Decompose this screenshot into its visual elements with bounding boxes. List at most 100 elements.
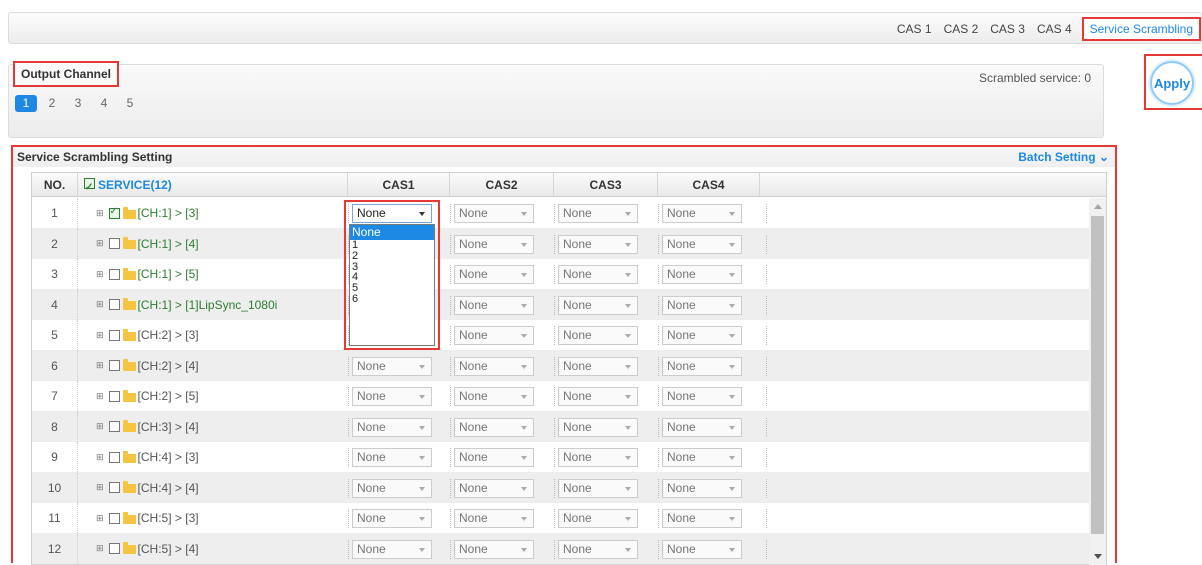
cas2-select[interactable]: None bbox=[454, 448, 534, 467]
cas4-select[interactable]: None bbox=[662, 234, 742, 254]
cas4-select[interactable]: None bbox=[662, 387, 742, 406]
expand-icon[interactable]: ⊞ bbox=[96, 238, 104, 249]
page-button-2[interactable]: 2 bbox=[41, 95, 63, 112]
cas3-select[interactable]: None bbox=[558, 204, 638, 223]
cas1-select[interactable]: None bbox=[352, 448, 432, 467]
service-cell: ⊞ [CH:1] > [1]LipSync_1080i bbox=[96, 290, 350, 320]
scroll-up-icon[interactable] bbox=[1094, 204, 1102, 209]
expand-icon[interactable]: ⊞ bbox=[96, 360, 104, 371]
expand-icon[interactable]: ⊞ bbox=[96, 482, 104, 493]
page-button-4[interactable]: 4 bbox=[93, 95, 115, 112]
cas1-select[interactable]: None bbox=[352, 387, 432, 406]
cas2-select[interactable]: None bbox=[454, 204, 534, 223]
cas4-select[interactable]: None bbox=[662, 539, 742, 559]
service-checkbox[interactable] bbox=[108, 299, 120, 310]
folder-icon bbox=[122, 298, 136, 310]
header-service[interactable]: SERVICE(12) bbox=[78, 173, 348, 200]
cas3-select[interactable]: None bbox=[558, 539, 638, 559]
cas4-select[interactable]: None bbox=[662, 204, 742, 223]
cas4-select[interactable]: None bbox=[662, 356, 742, 376]
cas4-select[interactable]: None bbox=[662, 509, 742, 528]
column-separator bbox=[658, 295, 659, 315]
cas1-select[interactable]: None bbox=[352, 478, 432, 498]
cas2-select[interactable]: None bbox=[454, 356, 534, 376]
tab-service-scrambling[interactable]: Service Scrambling bbox=[1081, 17, 1201, 41]
page-button-1[interactable]: 1 bbox=[15, 95, 37, 112]
scroll-thumb[interactable] bbox=[1091, 216, 1104, 534]
cas2-select[interactable]: None bbox=[454, 387, 534, 406]
service-checkbox[interactable] bbox=[108, 512, 120, 524]
cas3-select[interactable]: None bbox=[558, 295, 638, 315]
expand-icon[interactable]: ⊞ bbox=[96, 421, 104, 432]
dropdown-option[interactable]: 5 bbox=[350, 283, 434, 294]
expand-icon[interactable]: ⊞ bbox=[96, 269, 104, 280]
dropdown-option[interactable]: 6 bbox=[350, 294, 434, 305]
dropdown-option[interactable]: None bbox=[350, 225, 434, 240]
cas1-select[interactable]: None bbox=[352, 509, 432, 528]
cas3-select[interactable]: None bbox=[558, 234, 638, 254]
service-checkbox[interactable] bbox=[108, 451, 120, 463]
cas4-select[interactable]: None bbox=[662, 448, 742, 467]
cas4-select[interactable]: None bbox=[662, 478, 742, 498]
cas4-select[interactable]: None bbox=[662, 417, 742, 437]
cas3-select[interactable]: None bbox=[558, 417, 638, 437]
service-checkbox[interactable] bbox=[108, 390, 120, 402]
tab-cas-2[interactable]: CAS 2 bbox=[938, 22, 985, 36]
service-scrambling-title: Service Scrambling Setting bbox=[17, 150, 173, 164]
cas4-select[interactable]: None bbox=[662, 326, 742, 345]
cas2-select[interactable]: None bbox=[454, 265, 534, 284]
apply-button[interactable]: Apply bbox=[1150, 61, 1194, 105]
cas3-select[interactable]: None bbox=[558, 509, 638, 528]
service-checkbox[interactable] bbox=[108, 206, 120, 219]
cas3-select[interactable]: None bbox=[558, 356, 638, 376]
cas1-select[interactable]: None bbox=[352, 417, 432, 437]
cas3-select[interactable]: None bbox=[558, 387, 638, 406]
dropdown-option[interactable]: 4 bbox=[350, 272, 434, 283]
service-checkbox[interactable] bbox=[108, 360, 120, 371]
cas3-select[interactable]: None bbox=[558, 326, 638, 345]
vertical-scrollbar[interactable] bbox=[1089, 198, 1106, 565]
service-checkbox[interactable] bbox=[108, 543, 120, 554]
cas3-select[interactable]: None bbox=[558, 478, 638, 498]
scroll-down-icon[interactable] bbox=[1094, 554, 1102, 559]
dropdown-option[interactable]: 1 bbox=[350, 240, 434, 251]
column-separator bbox=[766, 387, 767, 406]
expand-icon[interactable]: ⊞ bbox=[96, 330, 104, 341]
cas2-select[interactable]: None bbox=[454, 417, 534, 437]
dropdown-option[interactable]: 3 bbox=[350, 261, 434, 273]
cas3-value: None bbox=[563, 328, 592, 342]
service-checkbox[interactable] bbox=[108, 238, 120, 249]
expand-icon[interactable]: ⊞ bbox=[96, 543, 104, 554]
dropdown-option[interactable]: 2 bbox=[350, 250, 434, 262]
service-checkbox[interactable] bbox=[108, 329, 120, 341]
expand-icon[interactable]: ⊞ bbox=[96, 208, 104, 219]
cas2-value: None bbox=[459, 541, 488, 556]
expand-icon[interactable]: ⊞ bbox=[96, 452, 104, 463]
select-all-checkbox[interactable] bbox=[84, 176, 95, 200]
service-checkbox[interactable] bbox=[108, 482, 120, 493]
tab-cas-1[interactable]: CAS 1 bbox=[891, 22, 938, 36]
cas2-select[interactable]: None bbox=[454, 295, 534, 315]
cas4-value: None bbox=[667, 389, 696, 403]
cas2-select[interactable]: None bbox=[454, 539, 534, 559]
cas1-select[interactable]: None bbox=[352, 539, 432, 559]
cas2-select[interactable]: None bbox=[454, 509, 534, 528]
cas2-select[interactable]: None bbox=[454, 326, 534, 345]
cas4-select[interactable]: None bbox=[662, 295, 742, 315]
cas3-select[interactable]: None bbox=[558, 265, 638, 284]
cas2-select[interactable]: None bbox=[454, 478, 534, 498]
batch-setting-button[interactable]: Batch Setting ⌄ bbox=[1018, 150, 1109, 164]
cas2-select[interactable]: None bbox=[454, 234, 534, 254]
service-checkbox[interactable] bbox=[108, 421, 120, 432]
tab-cas-3[interactable]: CAS 3 bbox=[984, 22, 1031, 36]
cas3-select[interactable]: None bbox=[558, 448, 638, 467]
expand-icon[interactable]: ⊞ bbox=[96, 299, 104, 310]
page-button-5[interactable]: 5 bbox=[119, 95, 141, 112]
tab-cas-4[interactable]: CAS 4 bbox=[1031, 22, 1078, 36]
expand-icon[interactable]: ⊞ bbox=[96, 391, 104, 402]
service-checkbox[interactable] bbox=[108, 268, 120, 280]
cas4-select[interactable]: None bbox=[662, 265, 742, 284]
expand-icon[interactable]: ⊞ bbox=[96, 513, 104, 524]
cas1-select[interactable]: None bbox=[352, 356, 432, 376]
page-button-3[interactable]: 3 bbox=[67, 95, 89, 112]
